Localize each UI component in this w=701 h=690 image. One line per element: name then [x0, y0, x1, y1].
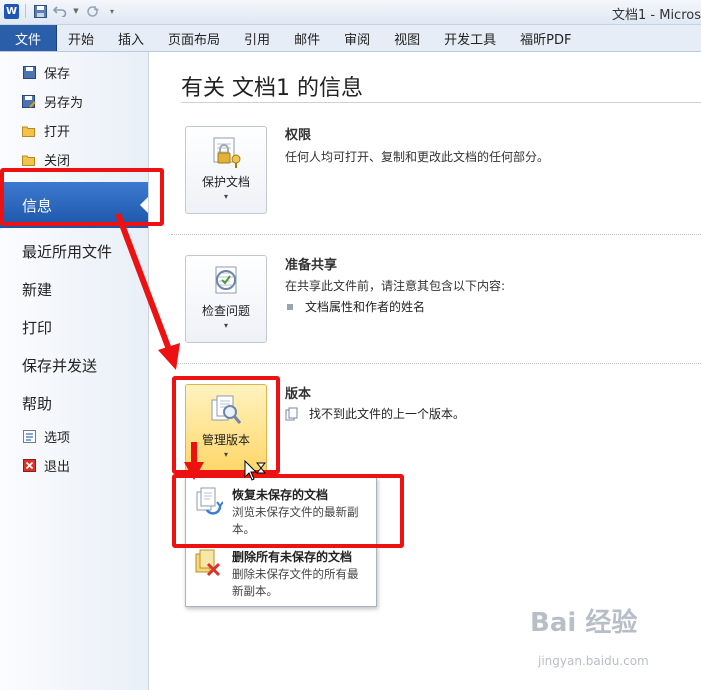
nav-item-save-send[interactable]: 保存并发送 [0, 346, 148, 384]
open-folder-icon [22, 124, 36, 138]
save-as-icon [22, 94, 36, 109]
prepare-sharing-text: 在共享此文件前，请注意其包含以下内容: [285, 279, 506, 293]
annotation-box-info [0, 168, 164, 226]
permissions-heading: 权限 [285, 128, 312, 143]
backstage-nav: 保存 另存为 打开 关闭 信息 最近所用文件 新建 打印 保存并发送 帮助 选项 [0, 52, 149, 690]
tab-foxit-pdf[interactable]: 福昕PDF [508, 25, 583, 51]
toolbar-divider [25, 4, 26, 18]
baidu-jingyan-logo: Bai 经验 [530, 608, 638, 638]
tab-review[interactable]: 审阅 [332, 25, 382, 51]
delete-document-icon [195, 549, 221, 577]
redo-icon[interactable] [84, 3, 100, 19]
bullet-square-icon [287, 303, 293, 310]
menu-item-description: 删除未保存文件的所有最新副本。 [232, 567, 359, 598]
tab-references[interactable]: 引用 [232, 25, 282, 51]
quick-access-toolbar: W ▼ ▾ [4, 3, 120, 19]
document-versions-icon [285, 407, 298, 420]
protect-document-button[interactable]: 保护文档 ▾ [185, 126, 267, 214]
options-icon [22, 430, 36, 444]
permissions-text: 任何人均可打开、复制和更改此文档的任何部分。 [285, 150, 550, 164]
nav-label: 打开 [44, 125, 71, 140]
inspect-document-icon [215, 266, 237, 294]
bullet-text: 文档属性和作者的姓名 [305, 300, 426, 314]
nav-item-exit[interactable]: 退出 [0, 451, 148, 480]
save-icon [22, 66, 36, 80]
annotation-box-manage-versions [172, 376, 280, 474]
menu-item-title: 删除所有未保存的文档 [232, 550, 353, 564]
tab-view[interactable]: 视图 [382, 25, 432, 51]
nav-item-options[interactable]: 选项 [0, 422, 148, 451]
section-divider [171, 234, 701, 235]
info-panel: 有关 文档1 的信息 保护文档 ▾ 权限 任何人均可打开、复制和更改此文档的任何… [149, 52, 701, 690]
nav-item-recent[interactable]: 最近所用文件 [0, 232, 148, 270]
save-icon[interactable] [32, 3, 48, 19]
nav-label: 保存 [44, 67, 71, 82]
button-label: 检查问题 [201, 304, 250, 318]
watermark-url: jingyan.baidu.com [538, 654, 649, 668]
nav-label: 另存为 [44, 96, 84, 111]
close-doc-icon [22, 153, 36, 167]
chevron-down-icon: ▾ [223, 192, 228, 201]
nav-item-save-as[interactable]: 另存为 [0, 87, 148, 116]
delete-unsaved-documents-item[interactable]: 删除所有未保存的文档 删除未保存文件的所有最新副本。 [186, 542, 376, 602]
nav-item-save[interactable]: 保存 [0, 58, 148, 87]
word-logo-icon[interactable]: W [4, 3, 19, 19]
check-for-issues-button[interactable]: 检查问题 ▾ [185, 255, 267, 343]
lock-key-icon [213, 137, 241, 168]
annotation-box-recover-item [172, 474, 404, 548]
title-divider [181, 102, 701, 103]
page-title: 有关 文档1 的信息 [181, 76, 363, 101]
nav-item-print[interactable]: 打印 [0, 308, 148, 346]
nav-item-open[interactable]: 打开 [0, 116, 148, 145]
versions-info: 找不到此文件的上一个版本。 [285, 405, 465, 422]
exit-icon [22, 459, 36, 473]
nav-label: 关闭 [44, 154, 71, 169]
tab-home[interactable]: 开始 [56, 25, 106, 51]
section-divider [171, 363, 701, 364]
customize-toolbar-icon[interactable]: ▾ [104, 3, 120, 19]
versions-heading: 版本 [285, 387, 312, 402]
bullet-item: 文档属性和作者的姓名 [287, 298, 425, 315]
tab-page-layout[interactable]: 页面布局 [156, 25, 232, 51]
nav-label: 退出 [44, 460, 71, 475]
ribbon-tabs: 开始 插入 页面布局 引用 邮件 审阅 视图 开发工具 福昕PDF [56, 25, 583, 51]
nav-item-new[interactable]: 新建 [0, 270, 148, 308]
chevron-down-icon[interactable]: ▼ [72, 3, 80, 19]
nav-label: 选项 [44, 431, 71, 446]
prepare-sharing-heading: 准备共享 [285, 258, 338, 273]
versions-text: 找不到此文件的上一个版本。 [309, 407, 466, 421]
chevron-down-icon: ▾ [223, 321, 228, 330]
window-title: 文档1 - Micros [612, 8, 701, 23]
busy-hourglass-icon [256, 462, 266, 474]
ribbon-tab-bar: 文件 开始 插入 页面布局 引用 邮件 审阅 视图 开发工具 福昕PDF [0, 25, 701, 52]
tab-mailings[interactable]: 邮件 [282, 25, 332, 51]
button-label: 保护文档 [201, 175, 250, 189]
tab-insert[interactable]: 插入 [106, 25, 156, 51]
tab-developer[interactable]: 开发工具 [432, 25, 508, 51]
tab-file[interactable]: 文件 [0, 25, 57, 51]
undo-icon[interactable] [52, 3, 68, 19]
nav-item-help[interactable]: 帮助 [0, 384, 148, 422]
title-bar: W ▼ ▾ 文档1 - Micros [0, 0, 701, 25]
